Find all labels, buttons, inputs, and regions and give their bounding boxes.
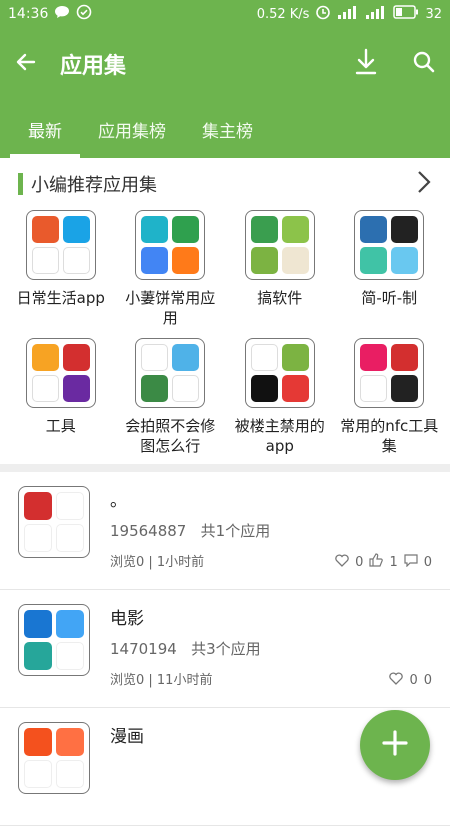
section-accent-bar <box>18 173 23 195</box>
chevron-right-icon[interactable] <box>416 170 432 198</box>
like-count: 0 <box>409 673 418 688</box>
thumbs-count: 1 <box>389 554 398 570</box>
collection-stats: 0 0 <box>389 672 432 689</box>
collection-icon <box>244 210 315 280</box>
collection-icon <box>354 338 425 408</box>
collection-icon <box>25 338 96 408</box>
tab-collection-ranking[interactable]: 应用集榜 <box>80 100 184 158</box>
comment-icon[interactable] <box>404 553 418 571</box>
back-arrow-icon[interactable] <box>14 50 38 78</box>
collection-name: 电影 <box>110 609 144 629</box>
recommend-item[interactable]: 会拍照不会修图怎么行 <box>116 338 226 458</box>
collection-id: 1470194 <box>110 640 177 658</box>
app-count: 共1个应用 <box>200 522 271 540</box>
heart-icon[interactable] <box>389 672 404 689</box>
alarm-icon <box>315 4 331 24</box>
recommend-item[interactable]: 搞软件 <box>225 210 335 330</box>
recommend-item-label: 简-听-制 <box>361 289 418 307</box>
status-bar: 14:36 0.52 K/s 32 <box>0 0 450 28</box>
recommend-section: 小编推荐应用集 日常生活app 小萋饼常用应用 搞软件 简-听-制 工具 会拍照… <box>0 158 450 458</box>
recommend-item-label: 日常生活app <box>16 289 105 307</box>
collection-thumbnail <box>18 486 90 558</box>
app-count: 共3个应用 <box>191 640 261 658</box>
page-title: 应用集 <box>60 54 127 79</box>
signal-2-icon <box>365 5 387 23</box>
recommend-header[interactable]: 小编推荐应用集 <box>0 158 450 210</box>
collection-name: 。 <box>110 491 127 511</box>
recommend-item[interactable]: 工具 <box>6 338 116 458</box>
recommend-item[interactable]: 日常生活app <box>6 210 116 330</box>
collection-icon <box>354 210 425 280</box>
recommend-item-label: 会拍照不会修图怎么行 <box>125 417 216 455</box>
download-icon[interactable] <box>354 48 378 80</box>
recommend-item[interactable]: 常用的nfc工具集 <box>335 338 445 458</box>
recommend-item-label: 小萋饼常用应用 <box>125 289 216 327</box>
collection-meta: 浏览0 | 11小时前 <box>110 673 213 688</box>
collection-icon <box>244 338 315 408</box>
thumbs-up-icon[interactable] <box>369 553 384 571</box>
signal-icon <box>337 5 359 23</box>
collection-thumbnail <box>18 604 90 676</box>
collection-summary: 19564887 共1个应用 <box>110 520 432 541</box>
recommend-item[interactable]: 被楼主禁用的app <box>225 338 335 458</box>
tab-latest[interactable]: 最新 <box>10 100 80 158</box>
recommend-item[interactable]: 小萋饼常用应用 <box>116 210 226 330</box>
check-circle-icon <box>76 4 92 24</box>
heart-icon[interactable] <box>335 553 349 571</box>
battery-level: 32 <box>425 6 442 22</box>
collection-row[interactable]: 电影 1470194 共3个应用 浏览0 | 11小时前 0 0 <box>0 590 450 708</box>
comment-count: 0 <box>423 673 432 688</box>
tab-owner-ranking[interactable]: 集主榜 <box>184 100 271 158</box>
section-title: 小编推荐应用集 <box>31 175 157 196</box>
collection-id: 19564887 <box>110 522 187 540</box>
message-icon <box>54 5 70 23</box>
plus-icon <box>381 729 409 761</box>
collection-row[interactable]: 。 19564887 共1个应用 浏览0 | 1小时前 0 1 0 <box>0 472 450 590</box>
add-collection-button[interactable] <box>360 710 430 780</box>
recommend-grid: 日常生活app 小萋饼常用应用 搞软件 简-听-制 工具 会拍照不会修图怎么行 … <box>0 210 450 458</box>
status-time: 14:36 <box>8 6 49 22</box>
collection-icon <box>135 210 206 280</box>
search-icon[interactable] <box>412 50 436 78</box>
collection-icon <box>25 210 96 280</box>
collection-stats: 0 1 0 <box>335 553 432 571</box>
recommend-item-label: 被楼主禁用的app <box>234 417 325 455</box>
collection-thumbnail <box>18 722 90 794</box>
recommend-item[interactable]: 简-听-制 <box>335 210 445 330</box>
collection-icon <box>135 338 206 408</box>
tab-bar: 最新 应用集榜 集主榜 <box>0 100 450 158</box>
battery-icon <box>393 5 419 23</box>
comment-count: 0 <box>423 554 432 570</box>
recommend-item-label: 搞软件 <box>257 289 303 307</box>
collection-summary: 1470194 共3个应用 <box>110 638 432 659</box>
recommend-item-label: 工具 <box>45 417 76 435</box>
like-count: 0 <box>355 554 364 570</box>
app-bar: 应用集 <box>0 28 450 100</box>
section-divider <box>0 464 450 472</box>
recommend-item-label: 常用的nfc工具集 <box>340 417 439 455</box>
net-speed: 0.52 K/s <box>256 6 310 22</box>
